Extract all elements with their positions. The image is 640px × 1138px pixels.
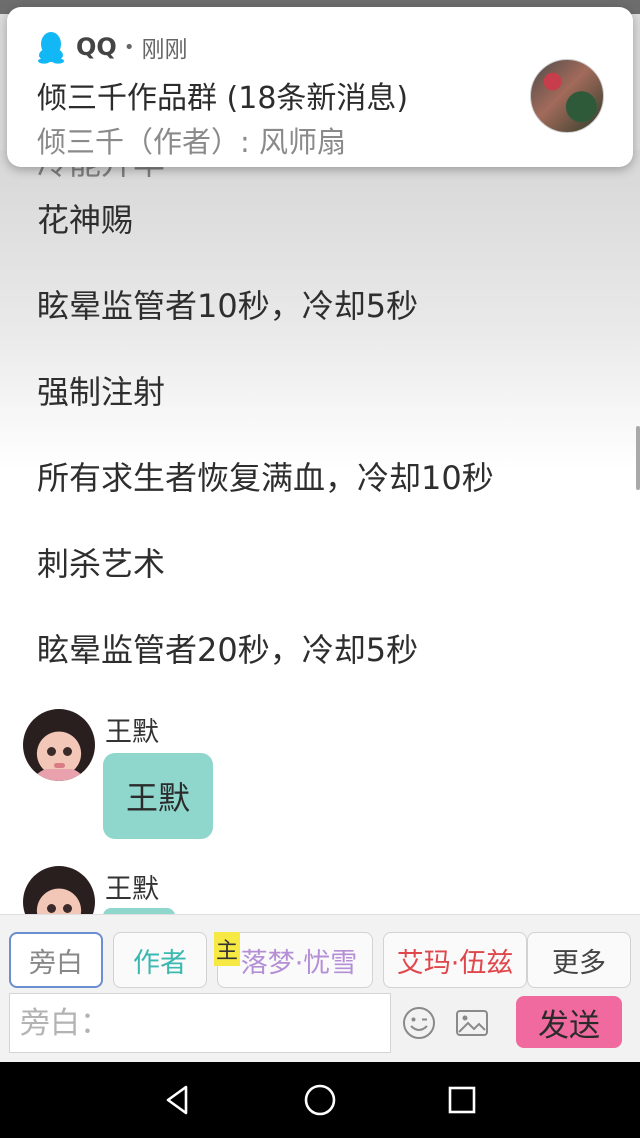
story-line: 所有求生者恢复满血，冷却10秒 [37, 459, 494, 497]
back-icon[interactable] [158, 1080, 198, 1120]
main-role-badge: 主 [214, 932, 240, 966]
emoji-icon[interactable] [401, 1005, 437, 1041]
recents-icon[interactable] [442, 1080, 482, 1120]
notification-time: 刚刚 [141, 37, 188, 63]
message-bubble[interactable]: 王默 [103, 753, 213, 839]
qq-notification[interactable]: QQ • 刚刚 倾三千作品群 (18条新消息) 倾三千（作者）: 风师扇 [7, 7, 633, 167]
role-tab-narration[interactable]: 旁白 [9, 932, 103, 988]
notification-header: QQ • 刚刚 [36, 29, 187, 65]
message-input[interactable] [18, 1004, 390, 1042]
qq-penguin-icon [38, 32, 64, 64]
sender-name: 王默 [105, 874, 159, 905]
image-icon[interactable] [454, 1005, 490, 1041]
notification-separator: • [123, 36, 135, 58]
avatar[interactable] [23, 709, 95, 781]
story-line: 强制注射 [37, 373, 166, 411]
send-button[interactable]: 发送 [516, 996, 622, 1048]
notification-app-name: QQ [76, 33, 117, 61]
scrollbar[interactable] [636, 426, 640, 490]
sender-name: 王默 [105, 717, 159, 748]
role-tab-character-emma[interactable]: 艾玛·伍兹 [383, 932, 527, 988]
role-tab-character-luomeng[interactable]: 落梦·忧雪 [217, 932, 373, 988]
story-line: 刺杀艺术 [37, 545, 166, 583]
notification-body: 倾三千（作者）: 风师扇 [37, 125, 346, 159]
message-input-box[interactable] [9, 993, 391, 1053]
story-line: 眩晕监管者10秒，冷却5秒 [37, 287, 419, 325]
group-avatar [530, 59, 604, 133]
role-tab-author[interactable]: 作者 [113, 932, 207, 988]
home-icon[interactable] [300, 1080, 340, 1120]
role-tab-more[interactable]: 更多 [527, 932, 631, 988]
story-line: 眩晕监管者20秒，冷却5秒 [37, 631, 419, 669]
story-line: 花神赐 [37, 201, 134, 239]
notification-title: 倾三千作品群 (18条新消息) [37, 81, 409, 116]
